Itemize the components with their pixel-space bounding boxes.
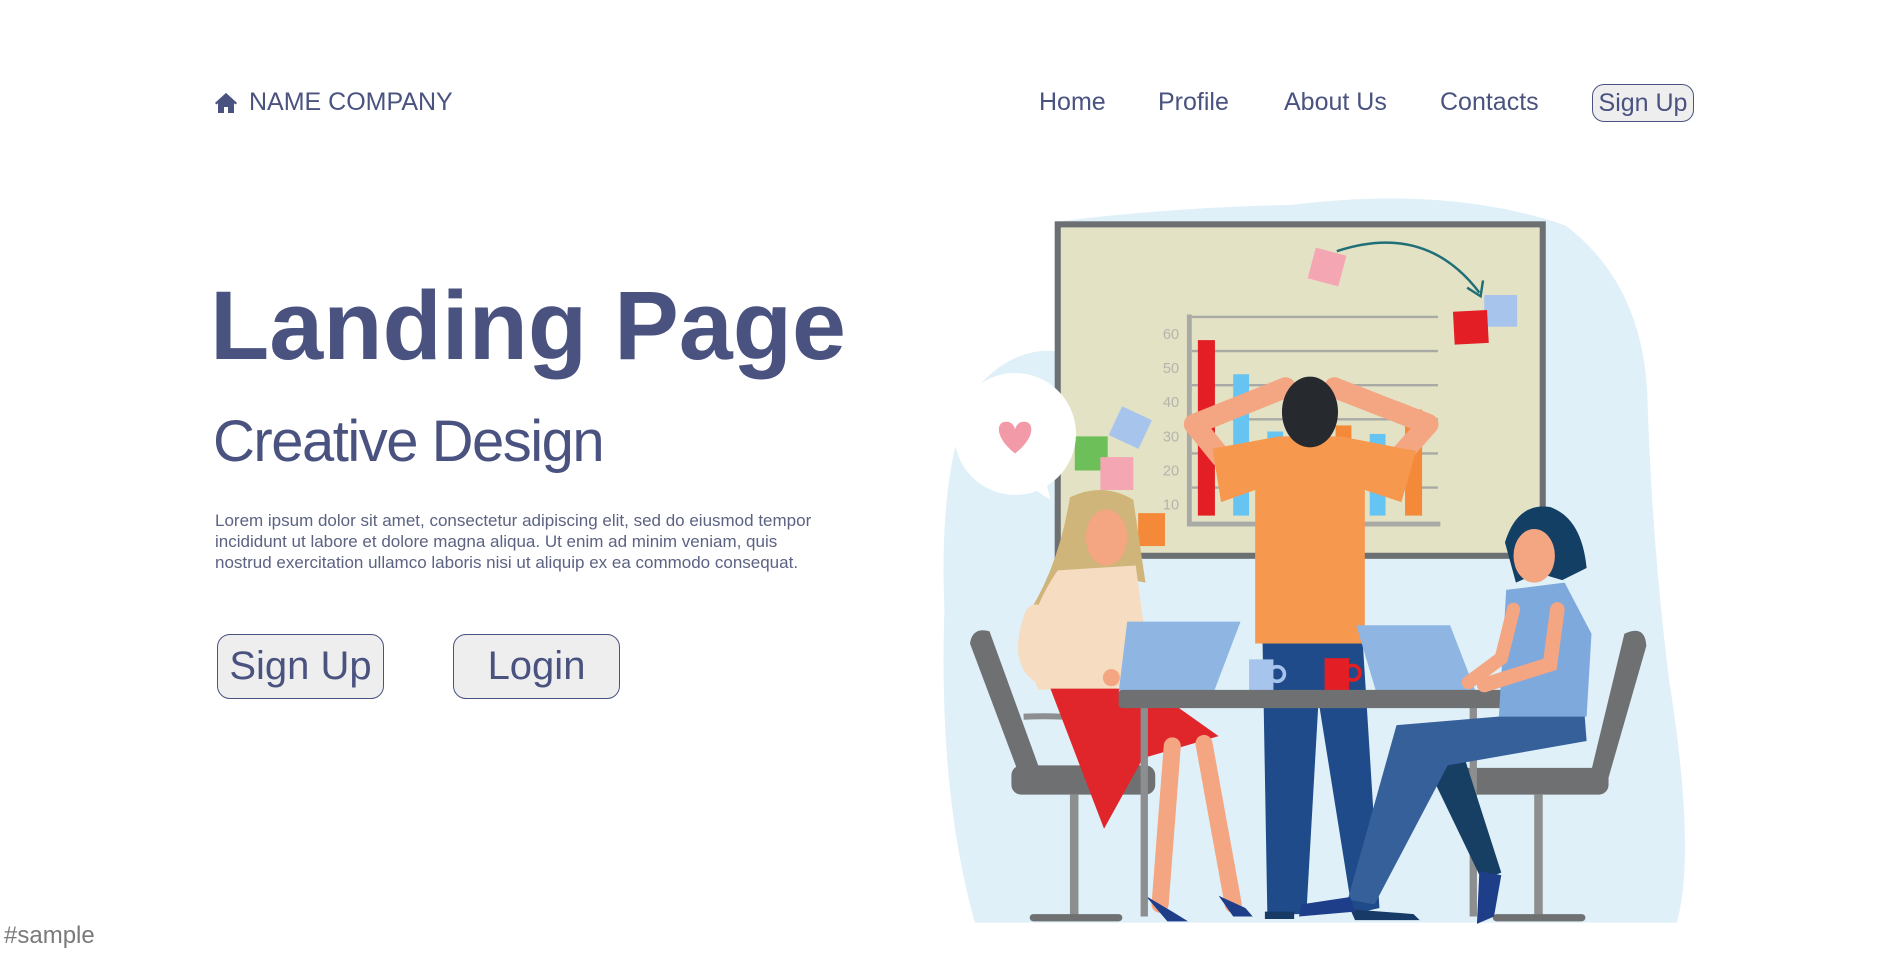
board-tick: 10: [1163, 497, 1179, 513]
meeting-illustration: 60 50 40 30 20 10: [943, 198, 1685, 924]
nav-home[interactable]: Home: [1039, 88, 1106, 117]
table-top: [1118, 689, 1509, 709]
company-name: NAME COMPANY: [249, 88, 453, 116]
hero-description: Lorem ipsum dolor sit amet, consectetur …: [215, 510, 855, 573]
login-button[interactable]: Login: [453, 634, 620, 699]
board-tick: 60: [1163, 327, 1179, 343]
nav-profile[interactable]: Profile: [1158, 88, 1229, 117]
board-tick: 40: [1163, 395, 1179, 411]
board-tick: 20: [1163, 463, 1179, 479]
description-line: Lorem ipsum dolor sit amet, consectetur …: [215, 511, 812, 530]
signup-button[interactable]: Sign Up: [217, 634, 384, 699]
company-logo[interactable]: NAME COMPANY: [214, 88, 453, 117]
page-title: Landing Page: [210, 271, 846, 380]
home-icon: [215, 92, 237, 113]
board-tick: 30: [1163, 429, 1179, 445]
board-tick: 50: [1163, 361, 1179, 377]
nav-contacts[interactable]: Contacts: [1440, 88, 1539, 117]
nav-signup-button[interactable]: Sign Up: [1592, 84, 1694, 122]
description-line: nostrud exercitation ullamco laboris nis…: [215, 553, 799, 572]
page-subtitle: Creative Design: [213, 409, 605, 474]
watermark: #sample: [4, 922, 95, 949]
description-line: incididunt ut labore et dolore magna ali…: [215, 532, 778, 551]
nav-about-us[interactable]: About Us: [1284, 88, 1387, 117]
